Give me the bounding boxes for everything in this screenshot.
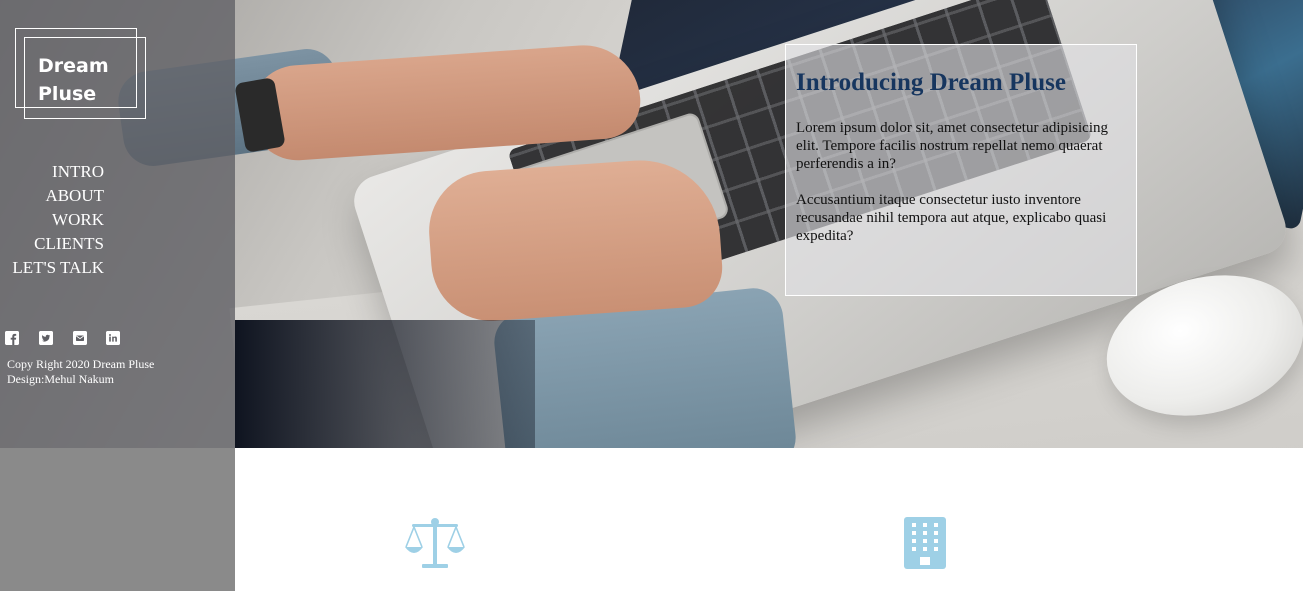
nav-item-about[interactable]: ABOUT	[0, 184, 104, 208]
main-nav: INTRO ABOUT WORK CLIENTS LET'S TALK	[0, 160, 104, 280]
sidebar: Dream Pluse INTRO ABOUT WORK CLIENTS LET…	[0, 0, 235, 591]
footer-credits: Copy Right 2020 Dream Pluse Design:Mehul…	[7, 357, 154, 387]
nav-item-clients[interactable]: CLIENTS	[0, 232, 104, 256]
sidebar-lower-panel	[0, 448, 235, 591]
facebook-icon[interactable]	[5, 331, 19, 345]
intro-card: Introducing Dream Pluse Lorem ipsum dolo…	[785, 44, 1137, 296]
logo-line-2: Pluse	[38, 83, 97, 105]
balance-scale-icon	[404, 517, 466, 574]
design-credit: Design:Mehul Nakum	[7, 372, 114, 386]
nav-item-intro[interactable]: INTRO	[0, 160, 104, 184]
linkedin-icon[interactable]	[106, 331, 120, 345]
building-icon	[904, 517, 946, 574]
nav-item-work[interactable]: WORK	[0, 208, 104, 232]
email-icon[interactable]	[73, 331, 87, 345]
intro-paragraph-1: Lorem ipsum dolor sit, amet consectetur …	[796, 120, 1109, 172]
copyright-text: Copy Right 2020 Dream Pluse	[7, 357, 155, 371]
logo[interactable]: Dream Pluse	[15, 28, 147, 120]
logo-line-1: Dream	[38, 55, 109, 77]
logo-text: Dream Pluse	[38, 52, 128, 108]
intro-title: Introducing Dream Pluse	[796, 69, 1066, 96]
twitter-icon[interactable]	[39, 331, 53, 345]
intro-paragraph-2: Accusantium itaque consectetur iusto inv…	[796, 192, 1107, 244]
nav-item-lets-talk[interactable]: LET'S TALK	[0, 256, 104, 280]
